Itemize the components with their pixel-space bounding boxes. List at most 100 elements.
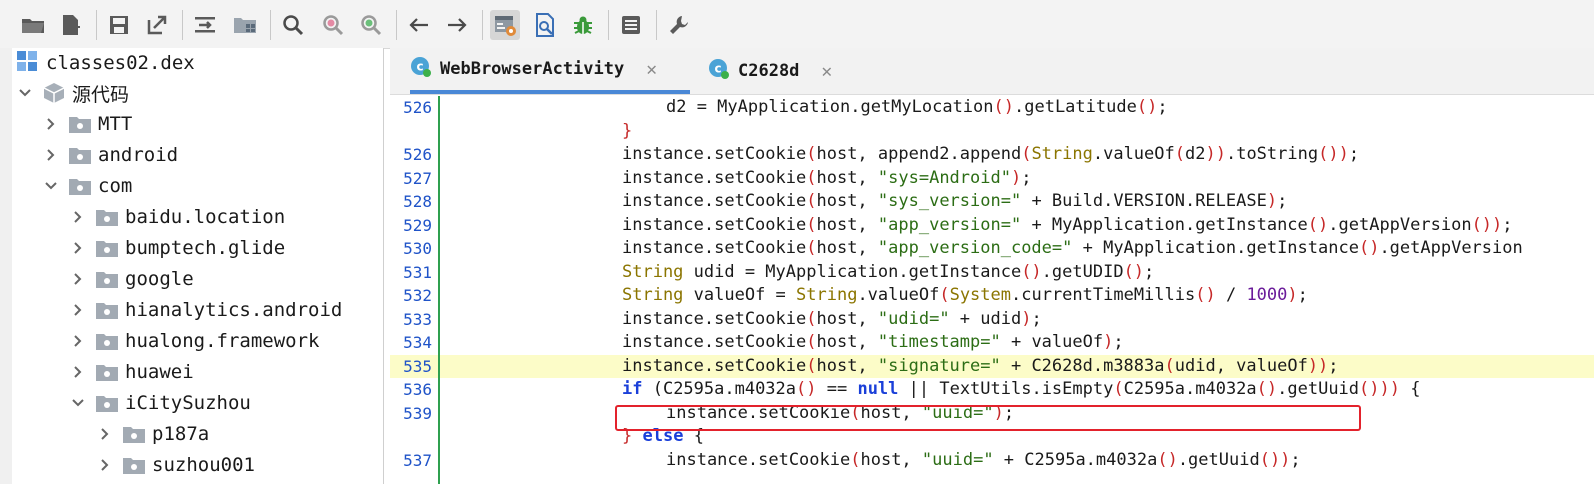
code-text: instance.setCookie(host, "uuid=" + C2595… — [666, 449, 1301, 473]
code-token: ; — [1290, 449, 1301, 470]
add-file-icon[interactable] — [56, 10, 86, 40]
log-icon[interactable] — [616, 10, 646, 40]
code-token: host, — [816, 332, 878, 352]
chevron-down-icon[interactable] — [14, 82, 36, 104]
tree-root-dex[interactable]: classes02.dex — [16, 48, 195, 78]
tree-item-hianalytics-android[interactable]: hianalytics.android — [67, 295, 342, 325]
search-class-icon[interactable] — [318, 10, 348, 40]
sync-tree-icon[interactable] — [490, 10, 520, 40]
tree-item-baidu-location[interactable]: baidu.location — [67, 202, 285, 232]
chevron-right-icon[interactable] — [67, 330, 89, 352]
tree-item-google[interactable]: google — [67, 264, 194, 294]
tree-item-com[interactable]: com — [40, 171, 132, 201]
tree-item-huawei[interactable]: huawei — [67, 357, 194, 387]
align-icon[interactable] — [190, 10, 220, 40]
code-token: host, — [816, 167, 878, 188]
deobfuscate-icon[interactable] — [530, 10, 560, 40]
code-token: ( — [1174, 144, 1185, 164]
search-icon[interactable] — [278, 10, 308, 40]
chevron-right-icon[interactable] — [67, 206, 89, 228]
code-token: () — [1136, 97, 1158, 117]
chevron-right-icon[interactable] — [67, 268, 89, 290]
code-token: { — [1399, 379, 1421, 399]
toolbar-separator — [482, 10, 483, 40]
code-token: "app_version_code=" — [877, 238, 1073, 258]
code-token: "uuid=" — [921, 449, 994, 470]
tree-item-mtt[interactable]: MTT — [40, 109, 132, 139]
code-token: instance.setCookie — [622, 238, 807, 258]
tree-item-label: 源代码 — [72, 83, 130, 106]
close-icon[interactable]: ✕ — [646, 59, 657, 80]
debug-bug-icon[interactable] — [568, 10, 598, 40]
chevron-right-icon[interactable] — [94, 423, 116, 445]
tree-item-icitysuzhou[interactable]: iCitySuzhou — [67, 388, 251, 418]
tree-item-label: huawei — [125, 361, 194, 383]
code-text: instance.setCookie(host, append2.append(… — [622, 143, 1359, 167]
open-folder-icon[interactable] — [18, 10, 48, 40]
tree-item-label: bumptech.glide — [125, 237, 286, 259]
code-token: .getUuid — [1177, 449, 1260, 470]
code-token: ; — [1297, 285, 1308, 305]
tab-webbrowseractivity[interactable]: c WebBrowserActivity ✕ — [410, 48, 690, 94]
code-text: } — [622, 120, 632, 144]
export-icon[interactable] — [142, 10, 172, 40]
chevron-right-icon[interactable] — [67, 237, 89, 259]
chevron-down-icon[interactable] — [40, 175, 62, 197]
code-token: ) — [1010, 167, 1022, 188]
tree-item-p187a[interactable]: p187a — [94, 419, 209, 449]
tree-item-android[interactable]: android — [40, 140, 178, 170]
chevron-right-icon[interactable] — [94, 454, 116, 476]
chevron-right-icon[interactable] — [67, 299, 89, 321]
code-token: udid = MyApplication.getInstance — [683, 261, 1022, 282]
svg-text:c: c — [714, 61, 721, 75]
code-token: ; — [1328, 355, 1339, 376]
code-line: 526 d2 = MyApplication.getMyLocation().ge… — [390, 96, 1594, 120]
package-folder-icon — [68, 114, 92, 134]
chevron-right-icon[interactable] — [40, 113, 62, 135]
package-folder-icon — [95, 238, 119, 258]
project-tree: classes02.dex 源代码 MTT android com baidu.loc… — [0, 48, 384, 484]
code-token: + MyApplication.getInstance — [1021, 214, 1308, 235]
toolbar-separator — [270, 10, 271, 40]
folder-grid-icon[interactable] — [230, 10, 260, 40]
code-token: + valueOf — [1000, 332, 1104, 352]
back-arrow-icon[interactable] — [404, 10, 434, 40]
code-token: .getUDID — [1041, 261, 1124, 282]
code-token: () — [796, 379, 817, 399]
code-token: == — [816, 379, 858, 399]
tab-c2628d[interactable]: c C2628d ✕ — [708, 48, 888, 94]
tree-item-label: classes02.dex — [46, 52, 195, 74]
code-token: ) — [1021, 308, 1032, 329]
tree-item-suzhou001[interactable]: suzhou001 — [94, 450, 255, 480]
code-token: + udid — [949, 308, 1022, 329]
code-token: () — [993, 97, 1014, 117]
tree-item-label: com — [98, 175, 133, 197]
tree-item-source[interactable]: 源代码 — [14, 78, 129, 108]
tree-item-bumptech-glide[interactable]: bumptech.glide — [67, 233, 285, 263]
close-icon[interactable]: ✕ — [821, 61, 832, 82]
code-token: "udid=" — [877, 308, 950, 329]
tree-item-hualong-framework[interactable]: hualong.framework — [67, 326, 319, 356]
chevron-down-icon[interactable] — [67, 392, 89, 414]
code-line: 534 instance.setCookie(host, "timestamp="… — [390, 331, 1594, 355]
chevron-right-icon[interactable] — [67, 361, 89, 383]
code-token: C2595a.m4032a — [1123, 379, 1257, 399]
code-token: "timestamp=" — [877, 332, 1001, 352]
code-token: host, — [816, 355, 878, 376]
package-folder-icon — [95, 331, 119, 351]
tree-item-label: android — [98, 144, 179, 166]
code-token: String — [1031, 144, 1093, 164]
chevron-right-icon[interactable] — [40, 144, 62, 166]
code-token: () — [1157, 449, 1178, 470]
settings-wrench-icon[interactable] — [664, 10, 694, 40]
code-text: instance.setCookie(host, "signature=" + … — [622, 355, 1339, 379]
code-token: ; — [1277, 191, 1288, 211]
package-box-icon — [42, 83, 66, 103]
forward-arrow-icon[interactable] — [442, 10, 472, 40]
search-text-icon[interactable] — [356, 10, 386, 40]
code-token: instance.setCookie — [666, 449, 851, 470]
code-token: + MyApplication.getInstance — [1072, 238, 1359, 258]
save-icon[interactable] — [104, 10, 134, 40]
code-text: instance.setCookie(host, "sys_version=" … — [622, 190, 1287, 214]
tab-label: C2628d — [738, 61, 800, 81]
